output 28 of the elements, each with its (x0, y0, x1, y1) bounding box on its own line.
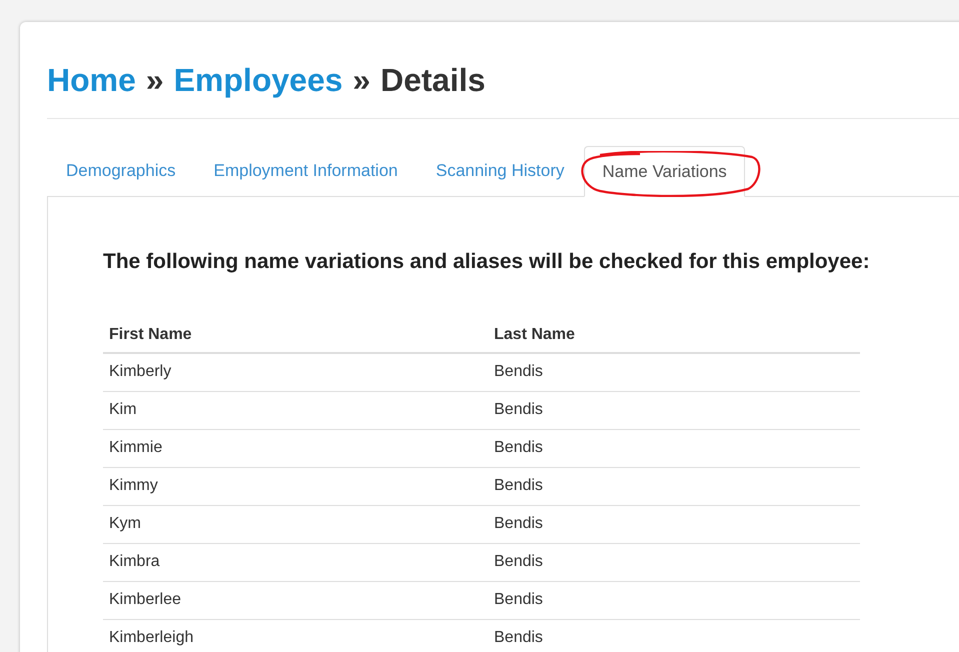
table-cell: Bendis (488, 619, 860, 652)
table-cell: Bendis (488, 353, 860, 391)
page-title: Details (380, 64, 486, 96)
table-cell: Bendis (488, 581, 860, 619)
table-cell: Kim (103, 391, 488, 429)
column-header: Last Name (488, 317, 860, 353)
tab[interactable]: Demographics (48, 146, 194, 196)
breadcrumb-link[interactable]: Employees (174, 64, 343, 96)
breadcrumb-link[interactable]: Home (47, 64, 136, 96)
table-cell: Bendis (488, 543, 860, 581)
column-header: First Name (103, 317, 488, 353)
breadcrumb-separator: » (352, 64, 370, 96)
table-cell: Kimmie (103, 429, 488, 467)
table-cell: Bendis (488, 429, 860, 467)
table-cell: Kimberly (103, 353, 488, 391)
tab[interactable]: Employment Information (196, 146, 416, 196)
table-cell: Kimmy (103, 467, 488, 505)
tab[interactable]: Name Variations (584, 146, 745, 197)
section-heading: The following name variations and aliases will be checked for this employee: (103, 249, 871, 275)
tab[interactable]: Scanning History (418, 146, 582, 196)
table-cell: Bendis (488, 391, 860, 429)
table-cell: Kym (103, 505, 488, 543)
table-cell: Kimbra (103, 543, 488, 581)
table-cell: Kimberlee (103, 581, 488, 619)
table-cell: Bendis (488, 467, 860, 505)
breadcrumb-separator: » (146, 64, 164, 96)
table-cell: Bendis (488, 505, 860, 543)
table-cell: Kimberleigh (103, 619, 488, 652)
